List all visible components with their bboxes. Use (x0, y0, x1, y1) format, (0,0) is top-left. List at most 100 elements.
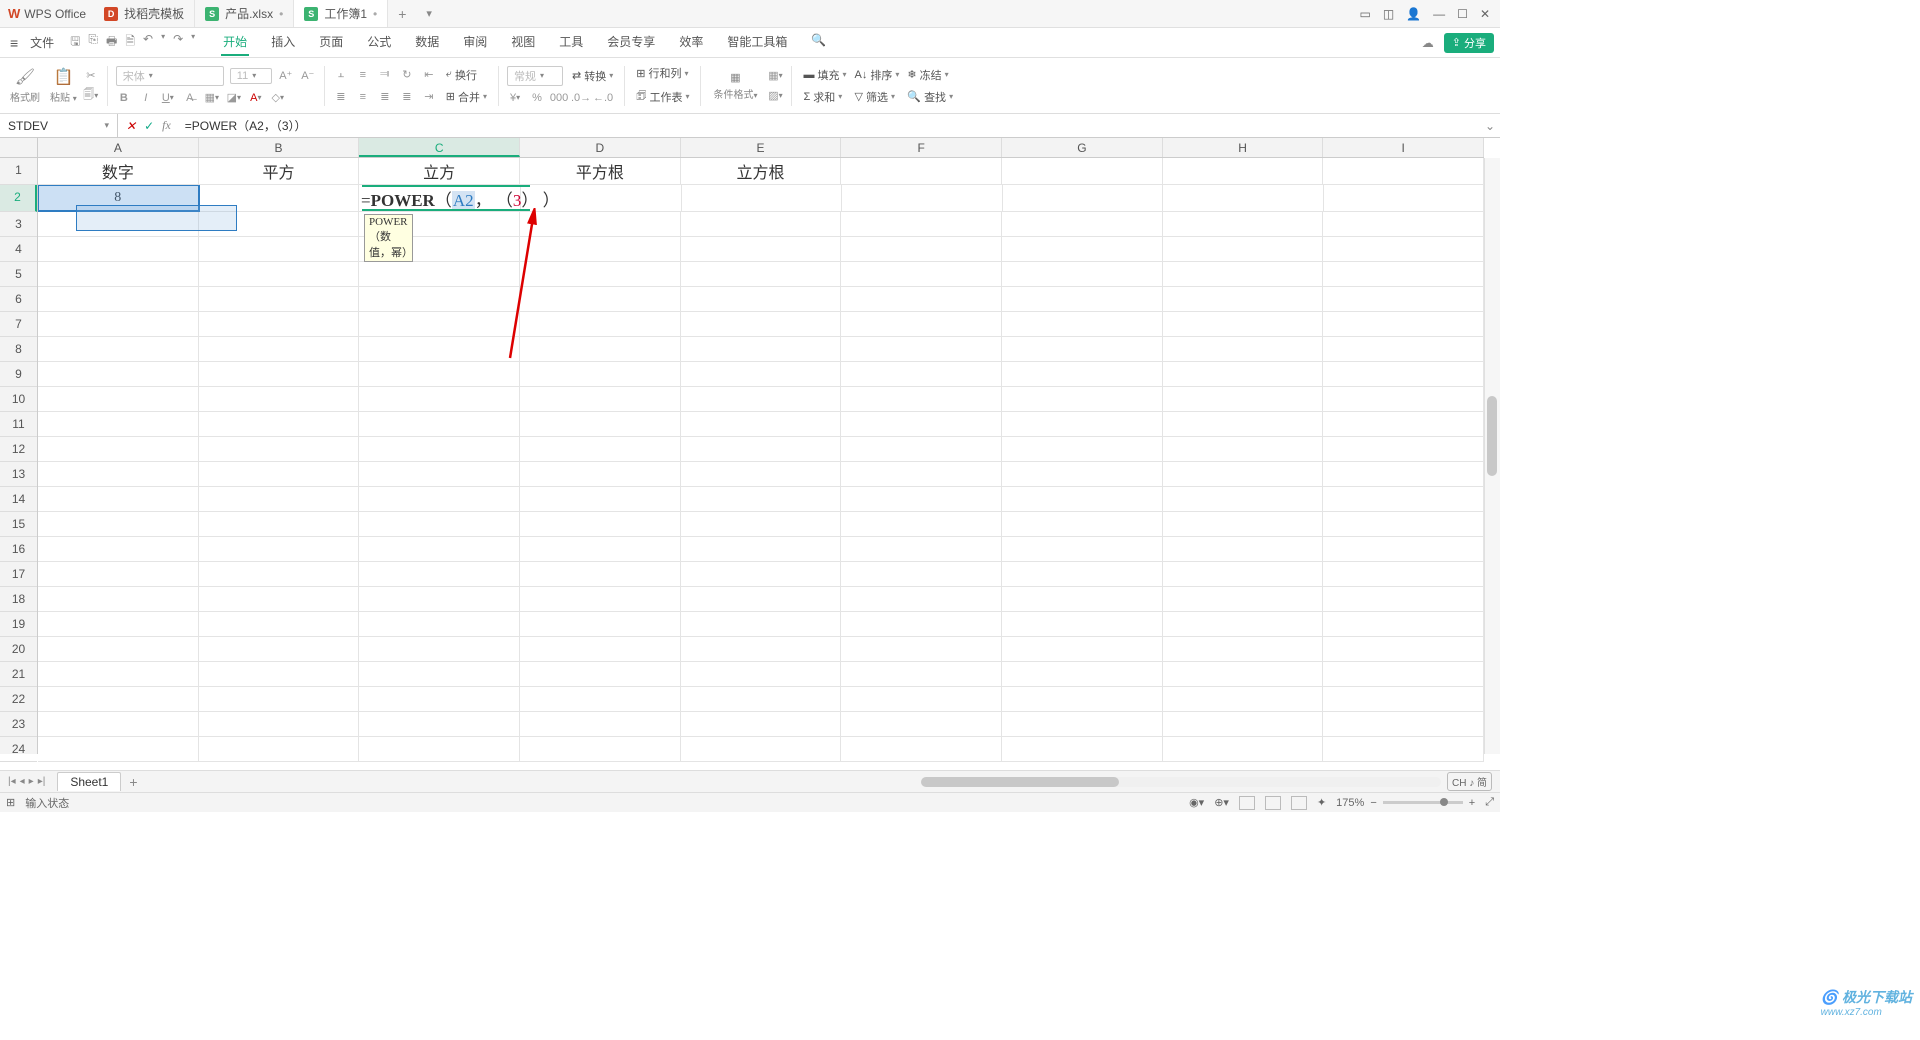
cell-I15[interactable] (1323, 512, 1484, 537)
row-header-10[interactable]: 10 (0, 387, 37, 412)
cell-E9[interactable] (681, 362, 842, 387)
cell-C16[interactable] (359, 537, 520, 562)
cell-E5[interactable] (681, 262, 842, 287)
fill-button[interactable]: ▬填充▾ (800, 66, 849, 84)
sheet-next-icon[interactable]: ▸ (29, 776, 34, 787)
cell-F21[interactable] (841, 662, 1002, 687)
redo-icon[interactable]: ↷ (173, 32, 183, 53)
expand-icon[interactable]: ⤢ (1485, 796, 1494, 809)
cell-I6[interactable] (1323, 287, 1484, 312)
cell-H14[interactable] (1163, 487, 1324, 512)
cell-H4[interactable] (1163, 237, 1324, 262)
cell-I1[interactable] (1323, 158, 1484, 185)
export-icon[interactable]: ⎘ (88, 32, 98, 53)
cell-C5[interactable] (359, 262, 520, 287)
merge-button[interactable]: ⊞合并▾ (443, 88, 490, 106)
cell-H11[interactable] (1163, 412, 1324, 437)
maximize-button[interactable]: ☐ (1457, 7, 1468, 21)
col-header-F[interactable]: F (841, 138, 1002, 157)
cell-A17[interactable] (38, 562, 199, 587)
cell-H3[interactable] (1163, 212, 1324, 237)
cell-F5[interactable] (841, 262, 1002, 287)
undo-caret[interactable]: ▾ (161, 32, 165, 53)
cube-icon[interactable]: ◫ (1383, 7, 1394, 21)
tab-tools[interactable]: 工具 (557, 29, 585, 56)
cell-B8[interactable] (199, 337, 360, 362)
cell-H6[interactable] (1163, 287, 1324, 312)
align-top-icon[interactable]: ⫠ (333, 67, 349, 83)
zoom-slider[interactable] (1383, 801, 1463, 804)
window-tab-workbook1[interactable]: S 工作簿1 • (294, 0, 388, 27)
cell-D17[interactable] (520, 562, 681, 587)
cells-area[interactable]: 数字 平方 立方 平方根 立方根 8 =POWER（A2， （3） ） (38, 158, 1484, 754)
cell-H12[interactable] (1163, 437, 1324, 462)
cell-H21[interactable] (1163, 662, 1324, 687)
cell-A20[interactable] (38, 637, 199, 662)
cell-C18[interactable] (359, 587, 520, 612)
cell-G16[interactable] (1002, 537, 1163, 562)
cell-F6[interactable] (841, 287, 1002, 312)
cell-A3[interactable] (38, 212, 199, 237)
cell-I20[interactable] (1323, 637, 1484, 662)
print-preview-icon[interactable]: 🗎 (125, 32, 135, 53)
row-header-24[interactable]: 24 (0, 737, 37, 762)
tab-data[interactable]: 数据 (413, 29, 441, 56)
cell-B23[interactable] (199, 712, 360, 737)
row-header-9[interactable]: 9 (0, 362, 37, 387)
cell-D14[interactable] (520, 487, 681, 512)
cell-C6[interactable] (359, 287, 520, 312)
horizontal-scrollbar[interactable] (921, 777, 1441, 787)
redo-caret[interactable]: ▾ (191, 32, 195, 53)
target-icon[interactable]: ⊕▾ (1214, 796, 1229, 809)
cell-F2[interactable] (842, 185, 1003, 212)
sum-button[interactable]: Σ求和▾ (800, 88, 849, 106)
rows-cols-button[interactable]: ⊞行和列▾ (633, 64, 692, 82)
formula-input[interactable]: =POWER（A2，（3）） (179, 117, 1480, 134)
cell-B6[interactable] (199, 287, 360, 312)
cell-D2[interactable] (521, 185, 682, 212)
cell-B20[interactable] (199, 637, 360, 662)
cell-F15[interactable] (841, 512, 1002, 537)
cell-D24[interactable] (520, 737, 681, 762)
view-page-icon[interactable] (1265, 796, 1281, 810)
cut-icon[interactable]: ✂ (83, 68, 99, 84)
row-header-18[interactable]: 18 (0, 587, 37, 612)
cell-D1[interactable]: 平方根 (520, 158, 681, 185)
cell-E10[interactable] (681, 387, 842, 412)
col-header-H[interactable]: H (1163, 138, 1324, 157)
cell-G19[interactable] (1002, 612, 1163, 637)
cell-I23[interactable] (1323, 712, 1484, 737)
tab-efficiency[interactable]: 效率 (677, 29, 705, 56)
cell-E22[interactable] (681, 687, 842, 712)
cell-D6[interactable] (520, 287, 681, 312)
row-header-13[interactable]: 13 (0, 462, 37, 487)
cell-B19[interactable] (199, 612, 360, 637)
cell-A14[interactable] (38, 487, 199, 512)
cell-F18[interactable] (841, 587, 1002, 612)
cell-F4[interactable] (841, 237, 1002, 262)
cell-E11[interactable] (681, 412, 842, 437)
cell-I10[interactable] (1323, 387, 1484, 412)
minimize-button[interactable]: — (1433, 7, 1445, 21)
col-header-A[interactable]: A (38, 138, 199, 157)
copy-icon[interactable]: 🗐▾ (83, 88, 99, 104)
cell-A6[interactable] (38, 287, 199, 312)
row-header-4[interactable]: 4 (0, 237, 37, 262)
sheet-first-icon[interactable]: |◂ (8, 776, 16, 787)
cell-G15[interactable] (1002, 512, 1163, 537)
cell-style-icon[interactable]: ▨▾ (767, 88, 783, 104)
cell-G18[interactable] (1002, 587, 1163, 612)
cell-G13[interactable] (1002, 462, 1163, 487)
row-header-5[interactable]: 5 (0, 262, 37, 287)
cell-C2-editing[interactable]: =POWER（A2， （3） ） (359, 185, 521, 212)
cell-A11[interactable] (38, 412, 199, 437)
row-header-21[interactable]: 21 (0, 662, 37, 687)
cell-F10[interactable] (841, 387, 1002, 412)
cell-H18[interactable] (1163, 587, 1324, 612)
tab-review[interactable]: 审阅 (461, 29, 489, 56)
cell-G3[interactable] (1002, 212, 1163, 237)
save-icon[interactable]: 🖫 (70, 32, 80, 53)
zoom-in-icon[interactable]: + (1469, 797, 1475, 809)
cell-F14[interactable] (841, 487, 1002, 512)
cell-B22[interactable] (199, 687, 360, 712)
